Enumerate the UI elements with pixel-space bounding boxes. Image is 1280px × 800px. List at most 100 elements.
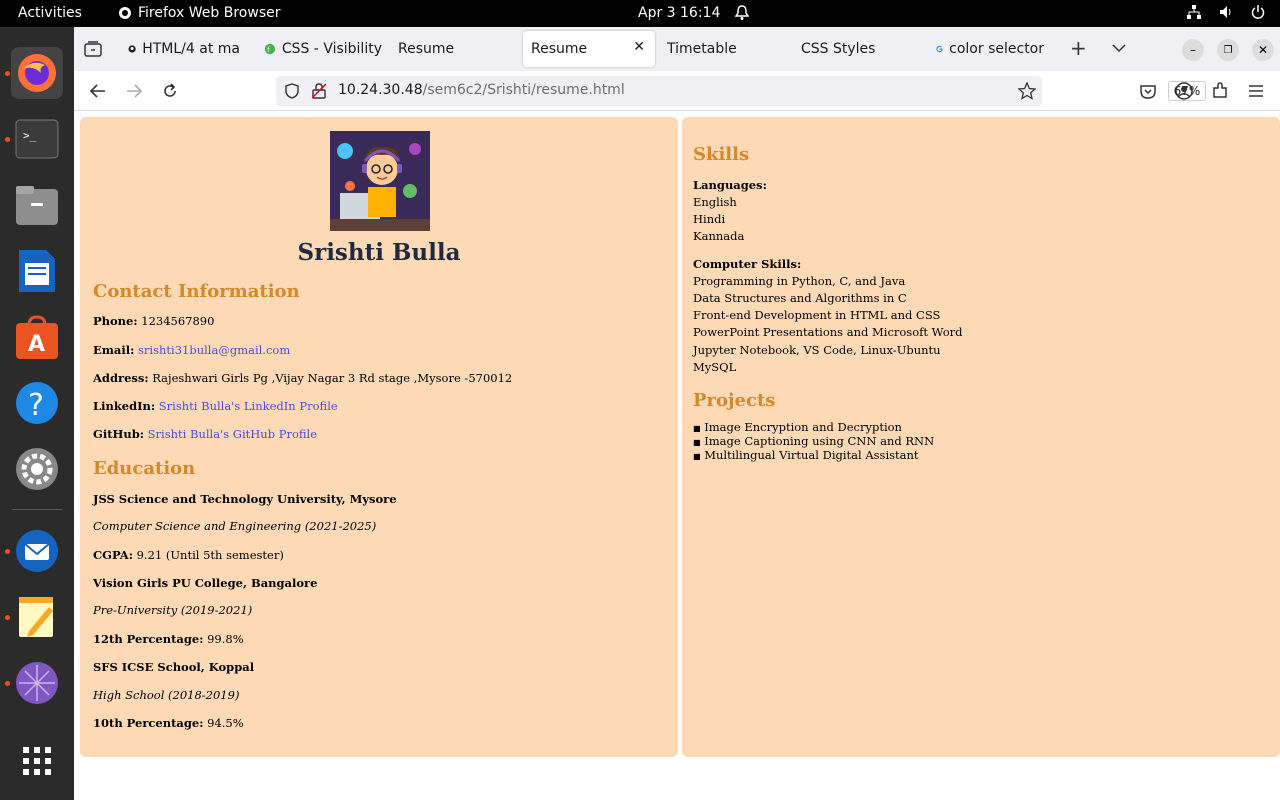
- tab-timetable[interactable]: Timetable: [659, 31, 779, 67]
- insecure-lock-icon[interactable]: [312, 83, 326, 99]
- tab-css-visibility[interactable]: f CSS - Visibility: [256, 31, 390, 67]
- tab-css-styles[interactable]: CSS Styles: [793, 31, 913, 67]
- profile-avatar: [330, 131, 430, 231]
- writer-dock-icon[interactable]: [11, 245, 63, 297]
- back-arrow-icon[interactable]: [86, 79, 110, 103]
- email-line: Email: srishti31bulla@gmail.com: [93, 343, 291, 357]
- app-name: Firefox Web Browser: [138, 5, 281, 21]
- computer-skill-item: Data Structures and Algorithms in C: [693, 291, 907, 305]
- running-indicator: [5, 681, 10, 686]
- computer-skills-label: Computer Skills:: [693, 257, 802, 271]
- edu3-course: High School (2018-2019): [93, 688, 240, 702]
- linkedin-line: LinkedIn: Srishti Bulla's LinkedIn Profi…: [93, 399, 338, 413]
- close-tab-icon[interactable]: ✕: [633, 39, 645, 55]
- thunderbird-dock-icon[interactable]: [11, 525, 63, 577]
- system-top-bar: Activities Firefox Web Browser Apr 3 16:…: [0, 0, 1280, 27]
- css-icon: f: [264, 43, 276, 55]
- running-indicator: [5, 137, 10, 142]
- computer-skill-item: PowerPoint Presentations and Microsoft W…: [693, 325, 963, 339]
- running-indicator: [5, 549, 10, 554]
- resume-name: Srishti Bulla: [297, 239, 461, 266]
- firefox-dock-icon[interactable]: [11, 47, 63, 99]
- forward-arrow-icon[interactable]: [122, 79, 146, 103]
- resume-right-panel: Skills Languages: English Hindi Kannada …: [682, 117, 1280, 757]
- network-icon: [1187, 5, 1201, 19]
- tab-list-chevron-icon[interactable]: [1112, 43, 1126, 53]
- edu2-school: Vision Girls PU College, Bangalore: [93, 576, 318, 590]
- app-center-dock-icon[interactable]: A: [11, 311, 63, 363]
- system-tray[interactable]: [1186, 4, 1266, 20]
- language-item: English: [693, 195, 737, 209]
- edu3-score: 10th Percentage: 94.5%: [93, 716, 244, 730]
- url-text[interactable]: 10.24.30.48/sem6c2/Srishti/resume.html: [338, 82, 625, 98]
- svg-text:>_: >_: [23, 129, 37, 142]
- language-item: Kannada: [693, 229, 745, 243]
- edu2-course: Pre-University (2019-2021): [93, 603, 253, 617]
- running-indicator: [5, 615, 10, 620]
- shield-icon[interactable]: [285, 83, 299, 99]
- language-item: Hindi: [693, 212, 726, 226]
- project-item: ■ Image Encryption and Decryption: [693, 420, 902, 434]
- email-link[interactable]: srishti31bulla@gmail.com: [138, 343, 290, 357]
- edu3-school: SFS ICSE School, Koppal: [93, 660, 255, 674]
- edu1-score: CGPA: 9.21 (Until 5th semester): [93, 548, 284, 562]
- edu2-score: 12th Percentage: 99.8%: [93, 632, 244, 646]
- tab-overview-icon[interactable]: [84, 41, 102, 57]
- page-content: Srishti Bulla Contact Information Phone:…: [74, 111, 1280, 800]
- project-item: ■ Multilingual Virtual Digital Assistant: [693, 448, 919, 462]
- power-icon: [1251, 5, 1265, 19]
- projects-heading: Projects: [693, 390, 776, 411]
- bookmark-star-icon[interactable]: [1018, 82, 1036, 100]
- activities-button[interactable]: Activities: [18, 5, 82, 21]
- github-icon: [128, 45, 136, 53]
- running-indicator: [5, 71, 10, 76]
- help-dock-icon[interactable]: ?: [11, 377, 63, 429]
- menu-hamburger-icon[interactable]: [1244, 79, 1268, 103]
- url-bar[interactable]: 10.24.30.48/sem6c2/Srishti/resume.html 6…: [276, 76, 1206, 106]
- computer-skill-item: MySQL: [693, 360, 737, 374]
- edu1-course: Computer Science and Engineering (2021-2…: [93, 519, 377, 533]
- close-window-icon[interactable]: ✕: [1252, 39, 1274, 61]
- reload-icon[interactable]: [158, 79, 182, 103]
- app-menu[interactable]: Firefox Web Browser: [118, 5, 281, 21]
- navigation-toolbar: 10.24.30.48/sem6c2/Srishti/resume.html 6…: [74, 71, 1280, 111]
- edu1-school: JSS Science and Technology University, M…: [93, 492, 397, 506]
- pocket-icon[interactable]: [1136, 79, 1160, 103]
- text-editor-dock-icon[interactable]: [11, 591, 63, 643]
- terminal-dock-icon[interactable]: >_: [11, 113, 63, 165]
- computer-skill-item: Programming in Python, C, and Java: [693, 274, 906, 288]
- files-dock-icon[interactable]: [11, 179, 63, 231]
- skills-heading: Skills: [693, 144, 750, 165]
- github-link[interactable]: Srishti Bulla's GitHub Profile: [148, 427, 317, 441]
- computer-skill-item: Jupyter Notebook, VS Code, Linux-Ubuntu: [693, 343, 941, 357]
- svg-text:A: A: [28, 332, 45, 357]
- phone-line: Phone: 1234567890: [93, 314, 215, 328]
- restore-window-icon[interactable]: ❐: [1217, 39, 1239, 61]
- projects-list: ■ Image Encryption and Decryption ■ Imag…: [693, 421, 934, 463]
- tab-color-selector[interactable]: color selector: [928, 31, 1052, 67]
- volume-icon: [1220, 6, 1231, 18]
- tab-resume[interactable]: Resume: [390, 31, 510, 67]
- google-icon: [936, 45, 943, 53]
- show-apps-button[interactable]: [11, 735, 63, 787]
- settings-dock-icon[interactable]: [11, 443, 63, 495]
- linkedin-link[interactable]: Srishti Bulla's LinkedIn Profile: [159, 399, 338, 413]
- firefox-icon: [119, 7, 131, 19]
- tab-github[interactable]: HTML/4 at ma: [120, 31, 248, 67]
- bell-icon[interactable]: [735, 5, 749, 21]
- account-icon[interactable]: [1172, 79, 1196, 103]
- tab-bar: HTML/4 at ma f CSS - Visibility Resume R…: [74, 27, 1280, 71]
- new-tab-icon[interactable]: +: [1070, 36, 1087, 60]
- clock[interactable]: Apr 3 16:14: [638, 5, 720, 21]
- tab-resume-active[interactable]: Resume ✕: [523, 31, 655, 67]
- minimize-window-icon[interactable]: –: [1182, 39, 1204, 61]
- languages-label: Languages:: [693, 178, 767, 192]
- education-heading: Education: [93, 458, 196, 479]
- dock-separator: [12, 509, 62, 510]
- github-line: GitHub: Srishti Bulla's GitHub Profile: [93, 427, 318, 441]
- computer-skill-item: Front-end Development in HTML and CSS: [693, 308, 941, 322]
- extensions-icon[interactable]: [1208, 79, 1232, 103]
- contact-heading: Contact Information: [93, 281, 300, 302]
- network-app-dock-icon[interactable]: [11, 657, 63, 709]
- address-line: Address: Rajeshwari Girls Pg ,Vijay Naga…: [93, 371, 513, 385]
